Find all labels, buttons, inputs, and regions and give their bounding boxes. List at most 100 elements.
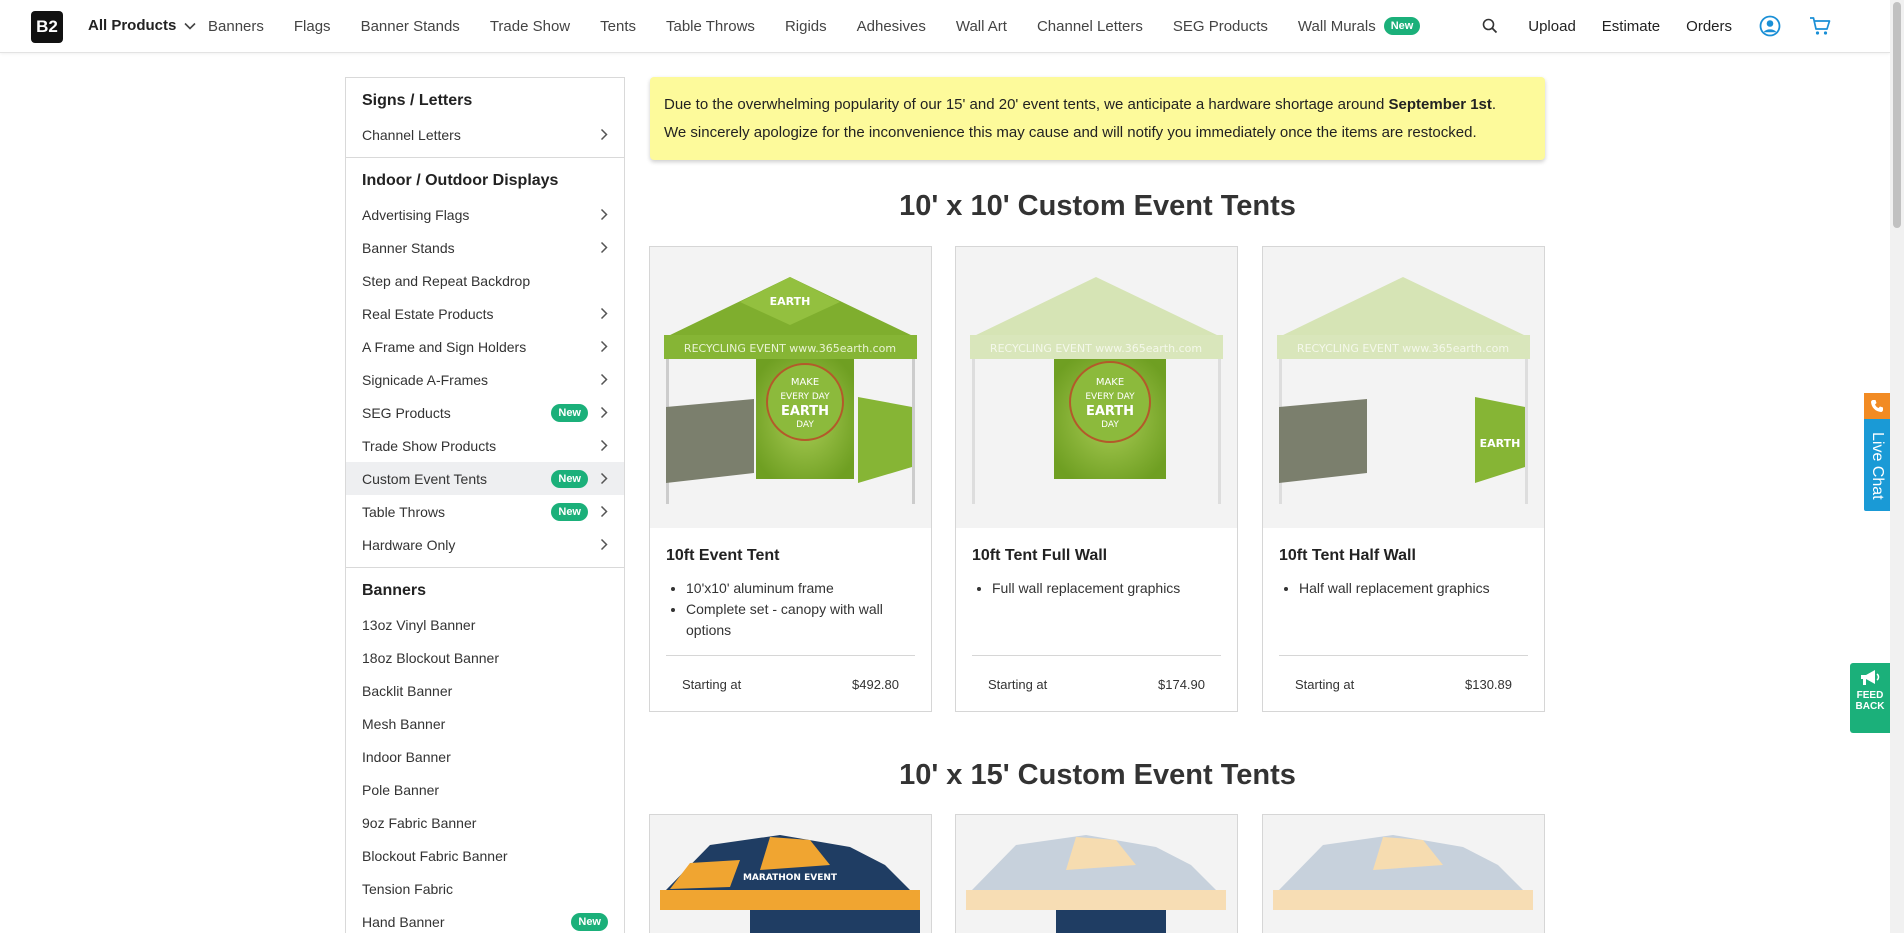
chevron-down-icon xyxy=(184,22,196,30)
nav-link-channel-letters[interactable]: Channel Letters xyxy=(1037,17,1143,35)
sidebar-item-backlit[interactable]: Backlit Banner xyxy=(346,674,624,707)
sidebar-item-label: Hand Banner xyxy=(362,913,445,930)
sidebar-item-mesh[interactable]: Mesh Banner xyxy=(346,707,624,740)
category-nav: Banners Flags Banner Stands Trade Show T… xyxy=(208,17,1450,35)
nav-link-wall-murals[interactable]: Wall Murals New xyxy=(1297,17,1421,35)
product-card-event-tent[interactable]: RECYCLING EVENT www.365earth.com EARTH M… xyxy=(649,246,932,712)
nav-link-trade-show[interactable]: Trade Show xyxy=(490,17,570,35)
account-icon[interactable] xyxy=(1758,14,1782,38)
sidebar-item-custom-event-tents[interactable]: Custom Event Tents New xyxy=(346,462,624,495)
sidebar-item-label: Banner Stands xyxy=(362,239,455,256)
nav-link-rigids[interactable]: Rigids xyxy=(785,17,827,35)
tent-everyday-text: EVERY DAY xyxy=(780,392,830,402)
sidebar-item-label: Table Throws xyxy=(362,503,446,520)
product-card-15ft-half-wall[interactable] xyxy=(1262,814,1545,933)
page-scrollbar[interactable] xyxy=(1890,0,1904,933)
sidebar-item-pole[interactable]: Pole Banner xyxy=(346,773,624,806)
nav-link-tents[interactable]: Tents xyxy=(600,17,636,35)
sidebar-item-9oz-fabric[interactable]: 9oz Fabric Banner xyxy=(346,806,624,839)
product-title[interactable]: 10ft Tent Half Wall xyxy=(1279,547,1416,565)
nav-link-wall-murals-label: Wall Murals xyxy=(1297,17,1376,35)
product-title[interactable]: 10ft Event Tent xyxy=(666,547,780,565)
sidebar-item-banner-stands[interactable]: Banner Stands xyxy=(346,231,624,264)
sidebar-item-channel-letters[interactable]: Channel Letters xyxy=(346,118,624,151)
sidebar-item-label: Tension Fabric xyxy=(362,880,454,897)
sidebar-item-signicade[interactable]: Signicade A-Frames xyxy=(346,363,624,396)
search-icon[interactable] xyxy=(1478,14,1502,38)
divider xyxy=(1279,655,1528,656)
new-badge: New xyxy=(1383,17,1421,35)
top-nav: B2 All Products Banners Flags Banner Sta… xyxy=(0,0,1890,53)
chevron-right-icon xyxy=(600,538,608,551)
nav-link-wall-art[interactable]: Wall Art xyxy=(956,17,1007,35)
tent-day-text: DAY xyxy=(796,420,814,430)
nav-link-seg-products[interactable]: SEG Products xyxy=(1173,17,1268,35)
sidebar-item-seg-products[interactable]: SEG Products New xyxy=(346,396,624,429)
section-title-10x15: 10' x 15' Custom Event Tents xyxy=(899,759,1296,791)
nav-link-adhesives[interactable]: Adhesives xyxy=(857,17,926,35)
sidebar-item-hand-banner[interactable]: Hand Banner New xyxy=(346,905,624,933)
sidebar-item-indoor[interactable]: Indoor Banner xyxy=(346,740,624,773)
feedback-widget[interactable]: FEED BACK xyxy=(1850,663,1890,733)
new-badge: New xyxy=(551,404,588,422)
tent-earth-text: EARTH xyxy=(1480,437,1521,450)
sidebar-item-real-estate[interactable]: Real Estate Products xyxy=(346,297,624,330)
sidebar-item-hardware-only[interactable]: Hardware Only xyxy=(346,528,624,561)
starting-at-label: Starting at xyxy=(988,677,1048,692)
product-card-tent-half-wall[interactable]: RECYCLING EVENT www.365earth.com EARTH 1… xyxy=(1262,246,1545,712)
estimate-link[interactable]: Estimate xyxy=(1602,18,1660,35)
starting-at-label: Starting at xyxy=(682,677,742,692)
nav-link-table-throws[interactable]: Table Throws xyxy=(666,17,755,35)
sidebar-item-label: Channel Letters xyxy=(362,126,461,143)
product-card-tent-full-wall[interactable]: RECYCLING EVENT www.365earth.com MAKE EV… xyxy=(955,246,1238,712)
sidebar-item-a-frame[interactable]: A Frame and Sign Holders xyxy=(346,330,624,363)
tent-day-text: DAY xyxy=(1101,420,1119,430)
orders-link[interactable]: Orders xyxy=(1686,18,1732,35)
sidebar-item-label: Pole Banner xyxy=(362,781,440,798)
sidebar-item-13oz-vinyl[interactable]: 13oz Vinyl Banner xyxy=(346,608,624,641)
phone-icon xyxy=(1864,393,1890,419)
sidebar-section-signs-letters: Signs / Letters Channel Letters xyxy=(346,78,624,158)
all-products-menu[interactable]: All Products xyxy=(88,17,196,34)
live-chat-label: Live Chat xyxy=(1869,432,1886,500)
tent-illustration: RECYCLING EVENT www.365earth.com EARTH M… xyxy=(664,277,917,504)
tent-illustration: MARATHON EVENT xyxy=(660,835,920,933)
live-chat-widget[interactable]: Live Chat xyxy=(1864,393,1890,511)
sidebar-item-trade-show[interactable]: Trade Show Products xyxy=(346,429,624,462)
sidebar-item-blockout-fabric[interactable]: Blockout Fabric Banner xyxy=(346,839,624,872)
sidebar-item-advertising-flags[interactable]: Advertising Flags xyxy=(346,198,624,231)
cart-icon[interactable] xyxy=(1808,14,1832,38)
feedback-line-2: BACK xyxy=(1855,701,1885,712)
sidebar-item-table-throws[interactable]: Table Throws New xyxy=(346,495,624,528)
divider xyxy=(972,655,1221,656)
sidebar-item-label: Mesh Banner xyxy=(362,715,446,732)
product-image[interactable]: RECYCLING EVENT www.365earth.com MAKE EV… xyxy=(956,247,1237,528)
chevron-right-icon xyxy=(600,241,608,254)
product-title[interactable]: 10ft Tent Full Wall xyxy=(972,547,1107,565)
chevron-right-icon xyxy=(600,472,608,485)
nav-link-banner-stands[interactable]: Banner Stands xyxy=(361,17,460,35)
brand-logo[interactable]: B2 xyxy=(31,11,63,43)
scrollbar-thumb[interactable] xyxy=(1893,2,1901,228)
product-image[interactable]: RECYCLING EVENT www.365earth.com EARTH M… xyxy=(650,247,931,528)
notice-date: September 1st xyxy=(1388,96,1492,113)
product-price: $492.80 xyxy=(852,677,899,692)
product-card-15ft-full-wall[interactable] xyxy=(955,814,1238,933)
sidebar-item-18oz-blockout[interactable]: 18oz Blockout Banner xyxy=(346,641,624,674)
sidebar-item-step-and-repeat[interactable]: Step and Repeat Backdrop xyxy=(346,264,624,297)
section-title-10x10: 10' x 10' Custom Event Tents xyxy=(899,190,1296,222)
product-card-15ft-tent[interactable]: MARATHON EVENT xyxy=(649,814,932,933)
upload-link[interactable]: Upload xyxy=(1528,18,1576,35)
tent-roof-text: EARTH xyxy=(770,295,811,308)
divider xyxy=(666,655,915,656)
logo-text: B2 xyxy=(36,17,58,36)
sidebar-item-tension-fabric[interactable]: Tension Fabric xyxy=(346,872,624,905)
sidebar-item-label: Blockout Fabric Banner xyxy=(362,847,508,864)
chevron-right-icon xyxy=(600,128,608,141)
nav-link-banners[interactable]: Banners xyxy=(208,17,264,35)
sidebar-item-label: 18oz Blockout Banner xyxy=(362,649,499,666)
tent-earth-text: EARTH xyxy=(781,404,829,419)
feature-item: Complete set - canopy with wall options xyxy=(686,599,916,641)
nav-link-flags[interactable]: Flags xyxy=(294,17,331,35)
product-image[interactable]: RECYCLING EVENT www.365earth.com EARTH xyxy=(1263,247,1544,528)
